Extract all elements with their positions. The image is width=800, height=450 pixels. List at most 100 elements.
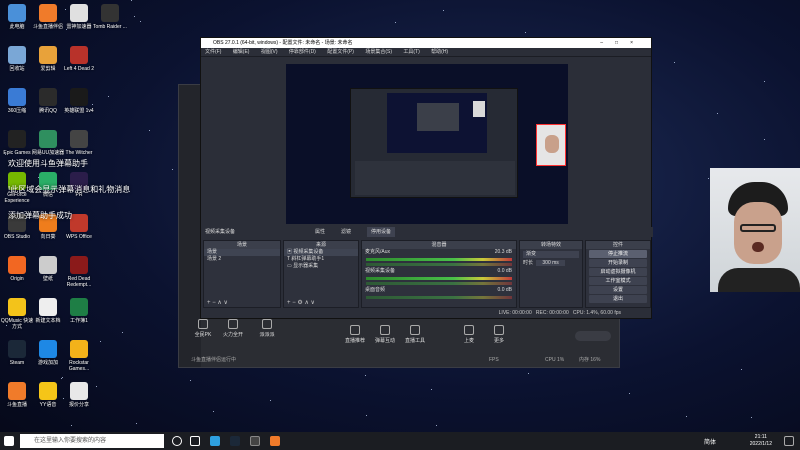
windows-start-icon[interactable] xyxy=(4,436,14,446)
menu-docks[interactable]: 停靠部件(D) xyxy=(289,49,316,55)
add-source-icon[interactable]: + xyxy=(287,300,291,306)
desktop-icon[interactable]: 雷神加速器 xyxy=(62,4,96,30)
move-down-icon[interactable]: ∨ xyxy=(311,300,315,306)
taskbar-clock[interactable]: 21:11 2022/1/12 xyxy=(750,434,772,448)
move-down-icon[interactable]: ∨ xyxy=(223,300,227,306)
desktop-icon[interactable]: QQMusic 快速方式 xyxy=(0,298,34,330)
studio-mode-button[interactable]: 工作室模式 xyxy=(589,277,647,285)
desktop-icon[interactable]: 新建文本档 xyxy=(31,298,65,324)
task-view-icon[interactable] xyxy=(190,436,200,446)
douyu-tool-more[interactable]: 更多 xyxy=(485,325,513,344)
gear-icon[interactable]: ⚙ xyxy=(297,300,302,306)
remove-source-icon[interactable]: − xyxy=(292,300,296,306)
move-up-icon[interactable]: ∧ xyxy=(217,300,221,306)
douyu-taskbar-icon[interactable] xyxy=(270,436,280,446)
douyu-start-live-button[interactable] xyxy=(575,331,611,341)
desktop-icon[interactable]: Red Dead Redempt... xyxy=(62,256,96,288)
desktop-icon[interactable]: Tomb Raider ... xyxy=(93,4,127,30)
desktop-icon-label: 斗鱼直播伴侣 xyxy=(32,24,63,30)
minimize-icon[interactable]: – xyxy=(600,40,615,46)
virtual-camera-button[interactable]: 启动虚拟摄像机 xyxy=(589,268,647,276)
menu-view[interactable]: 视图(V) xyxy=(261,49,278,55)
douyu-tool-danmu[interactable]: 弹幕互动 xyxy=(371,325,399,344)
desktop-icon[interactable]: Epic Games xyxy=(0,130,34,156)
source-item[interactable]: T 斜杠弹幕助手1 xyxy=(284,256,358,263)
cortana-icon[interactable] xyxy=(172,436,182,446)
source-item[interactable]: ▣ 视频采集设备 xyxy=(284,249,358,256)
menu-help[interactable]: 帮助(H) xyxy=(431,49,448,55)
desktop-icon[interactable]: Steam xyxy=(0,340,34,366)
maximize-icon[interactable]: □ xyxy=(615,40,630,46)
exit-button[interactable]: 退出 xyxy=(589,295,647,303)
app-icon xyxy=(8,88,26,106)
menu-file[interactable]: 文件(F) xyxy=(205,49,221,55)
add-scene-icon[interactable]: + xyxy=(207,300,211,306)
move-up-icon[interactable]: ∧ xyxy=(304,300,308,306)
filters-button[interactable]: 滤镜 xyxy=(341,227,351,237)
desktop-icon[interactable]: 回收站 xyxy=(0,46,34,72)
desktop-icon[interactable]: YY语音 xyxy=(31,382,65,408)
obs-taskbar-icon[interactable] xyxy=(250,436,260,446)
desktop-icon[interactable]: 游戏加加 xyxy=(31,340,65,366)
desktop-icon[interactable]: 斗鱼直播伴侣 xyxy=(31,4,65,30)
douyu-tool-pk[interactable]: 全民PK xyxy=(189,319,217,338)
desktop-icon[interactable]: 工作簿1 xyxy=(62,298,96,324)
douyu-tool-tools[interactable]: 直播工具 xyxy=(401,325,429,344)
steam-icon[interactable] xyxy=(230,436,240,446)
webcam-shirt xyxy=(718,268,800,292)
desktop-icon[interactable]: 腾讯QQ xyxy=(31,88,65,114)
menu-edit[interactable]: 编辑(E) xyxy=(233,49,250,55)
douyu-tool-mic[interactable]: 上麦 xyxy=(455,325,483,344)
mixer-channel: 桌面音频 0.0 dB xyxy=(362,287,516,299)
preview-webcam-source[interactable] xyxy=(536,124,566,166)
desktop-icon[interactable]: 网易UU加速器 xyxy=(31,130,65,156)
mixer-channel: 视频采集设备 0.0 dB xyxy=(362,268,516,285)
desktop-icon[interactable]: 壁纸 xyxy=(31,256,65,282)
ime-indicator[interactable]: 简体 xyxy=(704,437,716,446)
desktop-icon-label: 向日葵 xyxy=(40,234,56,240)
duration-input[interactable]: 300 ms xyxy=(536,260,565,266)
transition-select[interactable]: 渐变 xyxy=(523,251,579,258)
douyu-tool-party[interactable]: 派派派 xyxy=(253,319,281,338)
app-icon xyxy=(39,256,57,274)
desktop-icon[interactable]: Origin xyxy=(0,256,34,282)
star-decoration xyxy=(365,375,366,376)
desktop-icon[interactable]: 360压缩 xyxy=(0,88,34,114)
stop-streaming-button[interactable]: 停止推流 xyxy=(589,250,647,258)
desktop-icon-label: 壁纸 xyxy=(42,276,53,282)
start-recording-button[interactable]: 开始录制 xyxy=(589,259,647,267)
volume-slider[interactable] xyxy=(366,282,512,285)
star-decoration xyxy=(122,332,123,333)
menu-scene-collection[interactable]: 场景集合(S) xyxy=(365,49,392,55)
remove-scene-icon[interactable]: − xyxy=(212,300,216,306)
taskbar-search-input[interactable]: 在这里输入你要搜索的内容 xyxy=(20,434,164,448)
close-icon[interactable]: × xyxy=(630,40,645,46)
menu-profile[interactable]: 配置文件(P) xyxy=(327,49,354,55)
scene-item[interactable]: 场景 2 xyxy=(204,256,280,263)
desktop-icon[interactable]: 爱剪辑 xyxy=(31,46,65,72)
properties-button[interactable]: 属性 xyxy=(315,227,325,237)
desktop-icon[interactable]: 斗鱼直播 xyxy=(0,382,34,408)
source-item[interactable]: ▭ 显示器采集 xyxy=(284,263,358,270)
desktop-icon[interactable]: 英雄联盟 1v4 xyxy=(62,88,96,114)
desktop-icon[interactable]: 此电脑 xyxy=(0,4,34,30)
douyu-tool-recommend[interactable]: 直播推荐 xyxy=(341,325,369,344)
desktop-icon-label: 英雄联盟 1v4 xyxy=(64,108,94,114)
desktop-icon[interactable]: Rockstar Games... xyxy=(62,340,96,372)
star-decoration xyxy=(443,10,444,11)
glasses-icon xyxy=(740,224,776,232)
desktop-icon[interactable]: Left 4 Dead 2 xyxy=(62,46,96,72)
obs-preview-canvas[interactable] xyxy=(286,64,568,224)
douyu-tool-fire[interactable]: 火力全开 xyxy=(219,319,247,338)
scenes-toolbar: + − ∧ ∨ xyxy=(204,299,280,307)
desktop-icon[interactable]: The Witcher xyxy=(62,130,96,156)
desktop-icon[interactable]: 报价分享 xyxy=(62,382,96,408)
volume-slider[interactable] xyxy=(366,263,512,266)
notification-icon[interactable] xyxy=(784,436,794,446)
edge-icon[interactable] xyxy=(210,436,220,446)
scene-item[interactable]: 场景 xyxy=(204,249,280,256)
deactivate-button[interactable]: 停用设备 xyxy=(367,227,396,237)
menu-tools[interactable]: 工具(T) xyxy=(403,49,419,55)
preview-nested-window xyxy=(417,103,459,131)
settings-button[interactable]: 设置 xyxy=(589,286,647,294)
